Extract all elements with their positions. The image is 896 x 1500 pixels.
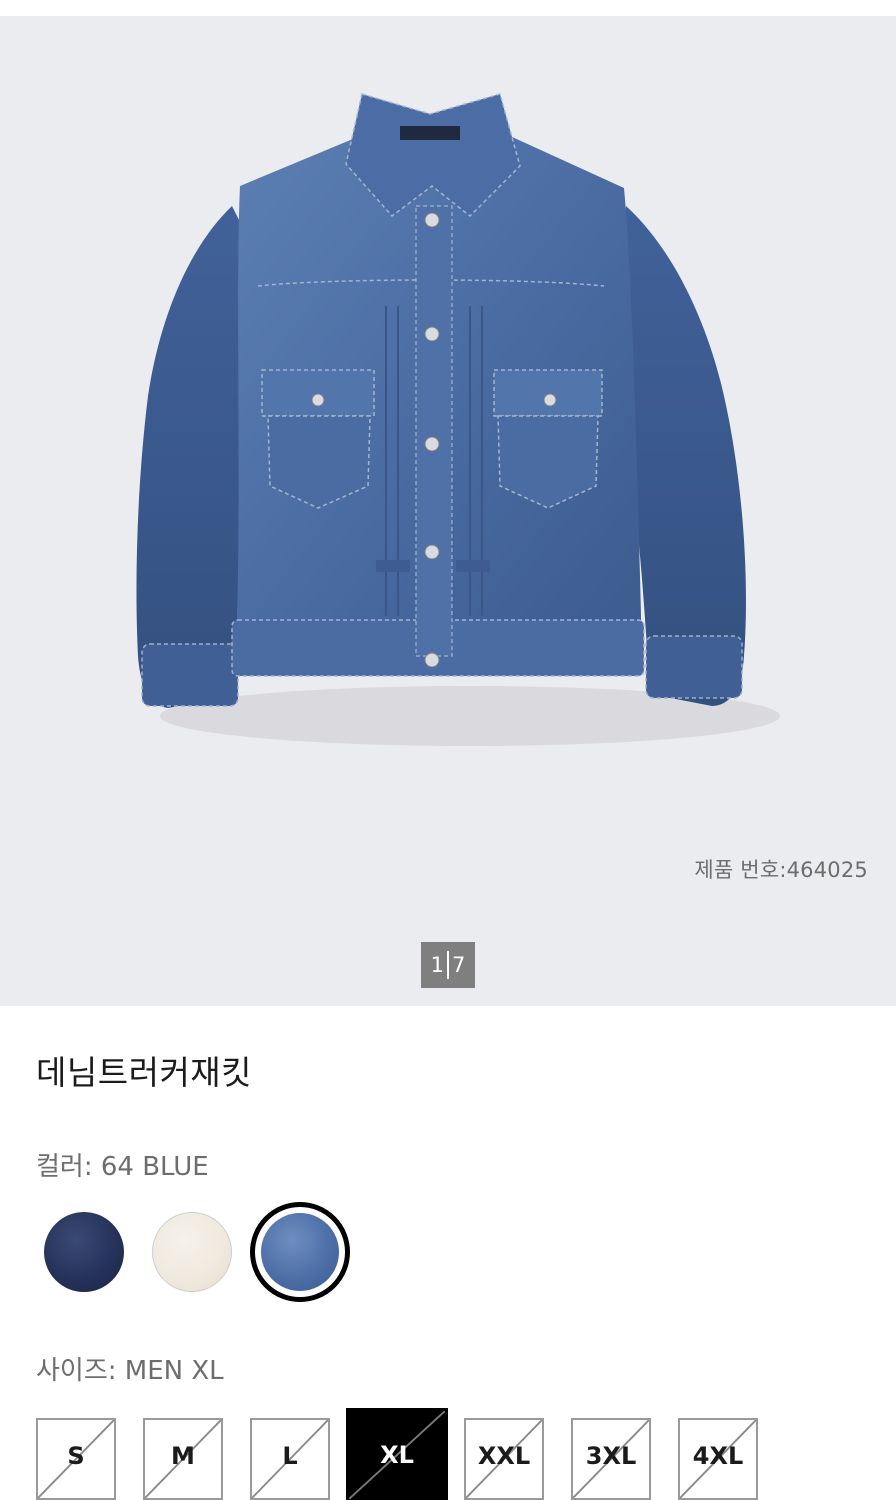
size-option-m[interactable]: M: [143, 1418, 223, 1500]
color-swatch-blue-fill: [261, 1213, 339, 1291]
pager-divider: [447, 951, 449, 979]
size-option-xl[interactable]: XL: [346, 1408, 448, 1500]
product-gallery[interactable]: 제품 번호:464025 1 7: [0, 16, 896, 1006]
product-code: 제품 번호:464025: [694, 858, 868, 882]
color-label: 컬러: 64 BLUE: [36, 1152, 209, 1182]
color-swatch-navy[interactable]: [44, 1212, 124, 1292]
color-swatch-blue[interactable]: [250, 1202, 350, 1302]
size-label: 사이즈: MEN XL: [36, 1356, 224, 1386]
size-option-xxl[interactable]: XXL: [464, 1418, 544, 1500]
size-option-label: XL: [380, 1441, 414, 1469]
color-swatches: [36, 1202, 376, 1302]
size-option-label: S: [67, 1442, 85, 1470]
color-swatch-natural[interactable]: [152, 1212, 232, 1292]
size-option-label: XXL: [477, 1442, 531, 1470]
size-option-label: 4XL: [692, 1442, 744, 1470]
size-option-label: 3XL: [585, 1442, 637, 1470]
product-title: 데님트러커재킷: [36, 1053, 253, 1092]
size-option-3xl[interactable]: 3XL: [571, 1418, 651, 1500]
size-option-s[interactable]: S: [36, 1418, 116, 1500]
size-option-4xl[interactable]: 4XL: [678, 1418, 758, 1500]
size-option-label: L: [282, 1442, 298, 1470]
size-options: S M L XL XXL 3XL 4XL: [36, 1408, 896, 1500]
size-option-label: M: [171, 1442, 195, 1470]
pager-current: 1: [430, 953, 444, 977]
size-option-l[interactable]: L: [250, 1418, 330, 1500]
pager-total: 7: [452, 953, 466, 977]
image-pager: 1 7: [421, 942, 475, 988]
top-strip: [0, 0, 896, 16]
